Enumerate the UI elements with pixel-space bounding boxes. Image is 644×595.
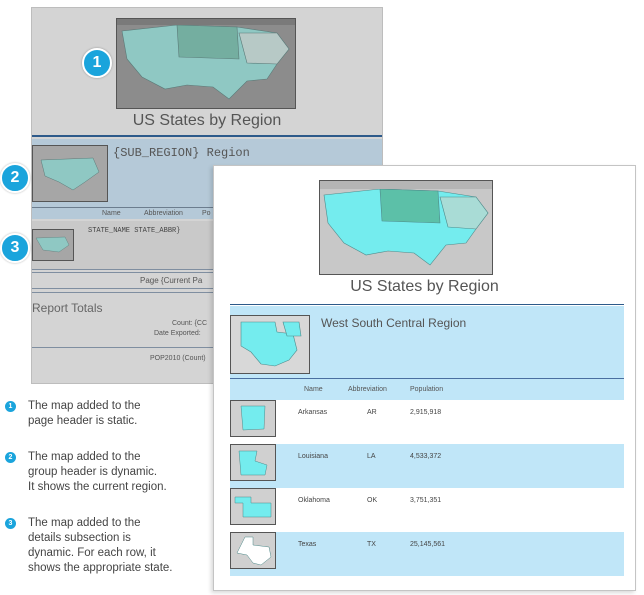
state-thumbnail-map[interactable] [230, 400, 276, 437]
page-header-map[interactable] [116, 18, 296, 109]
table-row: Texas TX 25,145,561 [230, 532, 624, 576]
report-page-header-map[interactable] [319, 180, 493, 275]
col-name-label: Name [102, 210, 121, 217]
legend-2-badge: 2 [5, 452, 16, 463]
row-pop: 2,915,918 [410, 409, 442, 416]
callout-3-badge: 3 [0, 233, 30, 263]
report-group-map[interactable] [230, 315, 310, 374]
group-field-placeholder: {SUB_REGION} Region [113, 146, 250, 160]
row-pop: 3,751,351 [410, 497, 442, 504]
col-abbr-header: Abbreviation [348, 386, 387, 393]
design-report-title: US States by Region [132, 112, 282, 129]
report-title: US States by Region [350, 278, 499, 295]
pop-total-placeholder: POP2010 (Count) [150, 355, 206, 362]
legend-line: shows the appropriate state. [28, 562, 173, 574]
state-thumbnail-map[interactable] [230, 532, 276, 569]
legend-line: page header is static. [28, 415, 138, 427]
count-placeholder: Count: {CC [172, 320, 208, 327]
details-map[interactable] [32, 229, 74, 261]
column-header: Name Abbreviation Population [230, 378, 624, 401]
table-row: Oklahoma OK 3,751,351 [230, 488, 624, 532]
legend-line: The map added to the [28, 400, 141, 412]
region-map-image [33, 146, 107, 201]
state-thumbnail-map[interactable] [230, 488, 276, 525]
table-row: Louisiana LA 4,533,372 [230, 444, 624, 488]
row-pop: 4,533,372 [410, 453, 442, 460]
state-map-image [231, 533, 275, 568]
callout-1-badge: 1 [82, 48, 112, 78]
legend-line: The map added to the [28, 517, 141, 529]
row-abbr: AR [367, 409, 377, 416]
col-name-header: Name [304, 386, 323, 393]
row-name: Oklahoma [298, 497, 330, 504]
date-exported-label: Date Exported: [154, 330, 201, 337]
col-pop-header: Population [410, 386, 444, 393]
row-name: Louisiana [298, 453, 328, 460]
state-map-image [33, 230, 73, 260]
col-abbr-label: Abbreviation [144, 210, 183, 217]
state-map-image [231, 401, 275, 436]
row-name: Arkansas [298, 409, 328, 416]
page-header-divider [32, 135, 382, 137]
table-row: Arkansas AR 2,915,918 [230, 400, 624, 444]
row-abbr: LA [367, 453, 376, 460]
legend-line: It shows the current region. [28, 481, 167, 493]
legend-1-badge: 1 [5, 401, 16, 412]
legend-1-text: The map added to the page header is stat… [28, 399, 218, 429]
state-map-image [231, 489, 275, 524]
detail-field-placeholders: STATE_NAME STATE_ABBR} [88, 227, 181, 235]
legend-3-badge: 3 [5, 518, 16, 529]
report-totals-heading: Report Totals [32, 301, 103, 315]
report-preview: US States by Region West South Central R… [213, 165, 636, 591]
legend-line: group header is dynamic. [28, 466, 158, 478]
col-pop-label: Po [202, 210, 211, 217]
row-abbr: TX [367, 541, 376, 548]
page-header-divider [230, 304, 624, 305]
group-header-map[interactable] [32, 145, 108, 202]
state-thumbnail-map[interactable] [230, 444, 276, 481]
legend-line: dynamic. For each row, it [28, 547, 156, 559]
region-map-image [231, 316, 309, 373]
legend-line: The map added to the [28, 451, 141, 463]
callout-2-badge: 2 [0, 163, 30, 193]
us-map-image [320, 181, 492, 274]
state-map-image [231, 445, 275, 480]
page-number-placeholder: Page {Current Pa [140, 276, 203, 285]
row-name: Texas [298, 541, 317, 548]
region-heading: West South Central Region [321, 316, 467, 330]
legend-line: details subsection is [28, 532, 131, 544]
us-map-image [117, 19, 295, 108]
row-abbr: OK [367, 497, 378, 504]
row-pop: 25,145,561 [410, 541, 446, 548]
legend-3-text: The map added to the details subsection … [28, 516, 218, 576]
legend-2-text: The map added to the group header is dyn… [28, 450, 218, 495]
